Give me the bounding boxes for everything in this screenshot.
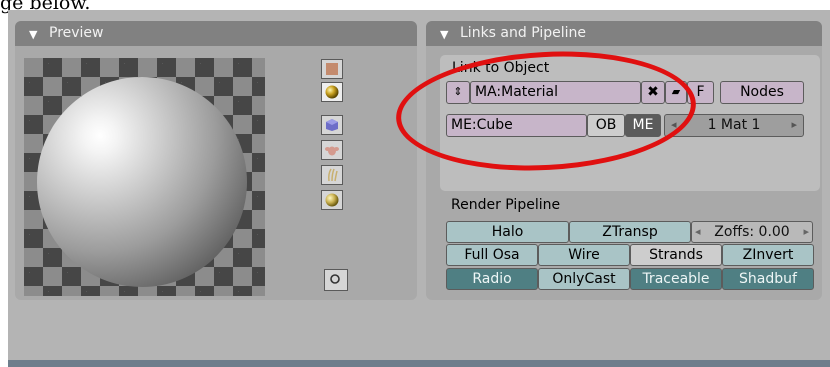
right-arrow-icon: ▸ (803, 225, 809, 238)
sky-sphere-icon (325, 193, 339, 207)
traceable-button[interactable]: Traceable (630, 268, 722, 290)
preview-circle-icon (330, 274, 340, 284)
halo-button[interactable]: Halo (446, 221, 569, 243)
preview-sky-sphere-button[interactable] (321, 190, 343, 210)
zinvert-label: ZInvert (742, 247, 794, 263)
wire-button[interactable]: Wire (538, 244, 630, 266)
traceable-label: Traceable (642, 271, 710, 287)
preview-circle-button[interactable] (324, 269, 348, 291)
left-arrow-icon: ◂ (695, 225, 701, 238)
flat-plane-icon (326, 63, 338, 75)
monkey-icon (325, 146, 339, 156)
full-osa-label: Full Osa (464, 247, 520, 263)
onlycast-label: OnlyCast (552, 271, 616, 287)
shadbuf-label: Shadbuf (739, 271, 797, 287)
window-bottom-bar (8, 360, 830, 367)
collapse-triangle-icon[interactable]: ▼ (29, 22, 37, 47)
shadbuf-button[interactable]: Shadbuf (722, 268, 814, 290)
strands-label: Strands (649, 247, 703, 263)
nodes-button[interactable]: Nodes (720, 81, 804, 104)
strands-button[interactable]: Strands (630, 244, 722, 266)
preview-panel-header[interactable]: ▼ Preview (15, 21, 417, 46)
zoffs-text: Zoffs: 0.00 (714, 224, 790, 240)
onlycast-button[interactable]: OnlyCast (538, 268, 630, 290)
preview-sphere-button[interactable] (321, 82, 343, 102)
hair-icon (328, 168, 338, 182)
sphere-icon (325, 85, 339, 99)
material-preview-render (24, 58, 265, 296)
material-index-text: 1 Mat 1 (707, 117, 761, 133)
radio-label: Radio (472, 271, 512, 287)
zoffs-field[interactable]: ◂ Zoffs: 0.00 ▸ (691, 221, 813, 243)
preview-flat-button[interactable] (321, 59, 343, 79)
right-arrow-icon: ▸ (791, 118, 797, 131)
full-osa-button[interactable]: Full Osa (446, 244, 538, 266)
zinvert-button[interactable]: ZInvert (722, 244, 814, 266)
halo-label: Halo (491, 224, 524, 240)
links-panel-title: Links and Pipeline (460, 25, 586, 41)
preview-monkey-button[interactable] (321, 140, 343, 160)
preview-sphere (37, 77, 247, 287)
cube-icon (326, 119, 338, 131)
fake-user-label: F (696, 84, 705, 100)
links-panel-header[interactable]: ▼ Links and Pipeline (426, 21, 822, 46)
ztransp-label: ZTransp (602, 224, 658, 240)
preview-hair-button[interactable] (321, 165, 343, 185)
nodes-label: Nodes (740, 84, 784, 100)
ztransp-button[interactable]: ZTransp (569, 221, 691, 243)
radio-button[interactable]: Radio (446, 268, 538, 290)
preview-panel-title: Preview (49, 25, 104, 41)
wire-label: Wire (568, 247, 600, 263)
preview-cube-button[interactable] (321, 115, 343, 135)
render-pipeline-label: Render Pipeline (451, 197, 561, 213)
collapse-triangle-icon[interactable]: ▼ (440, 22, 448, 47)
